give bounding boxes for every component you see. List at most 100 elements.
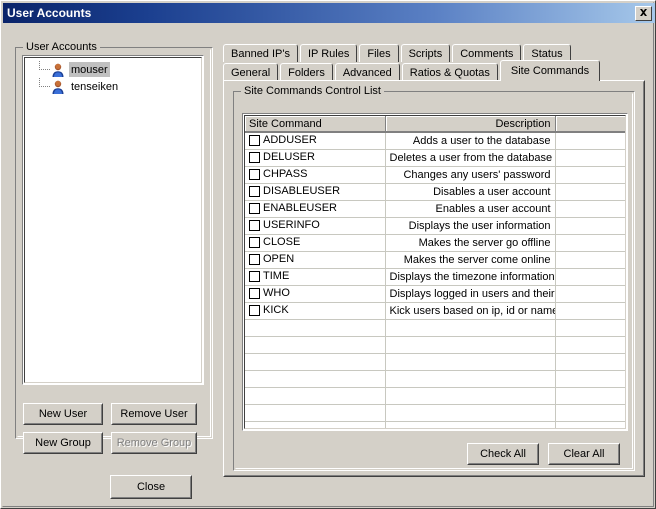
- table-row[interactable]: ADDUSER Adds a user to the database: [245, 132, 625, 150]
- table-row-empty[interactable]: [245, 336, 625, 354]
- command-checkbox[interactable]: [249, 271, 260, 282]
- cell-description: Changes any users' password: [385, 166, 556, 184]
- column-header-site-command[interactable]: Site Command: [245, 116, 386, 133]
- command-name-label: TIME: [263, 270, 290, 282]
- tab-folders[interactable]: Folders: [280, 63, 333, 81]
- cell-extra: [555, 166, 625, 184]
- cell-empty: [385, 387, 556, 405]
- command-checkbox[interactable]: [249, 135, 260, 147]
- new-group-button[interactable]: New Group: [23, 432, 103, 454]
- table-row-empty[interactable]: [245, 370, 625, 388]
- cell-site-command[interactable]: DISABLEUSER: [245, 183, 386, 201]
- command-name-label: OPEN: [263, 253, 295, 265]
- table-row-empty[interactable]: [245, 353, 625, 371]
- command-checkbox[interactable]: [249, 237, 260, 248]
- title-bar[interactable]: User Accounts: [3, 3, 655, 23]
- command-name-label: DELUSER: [263, 151, 315, 163]
- close-dialog-button[interactable]: Close: [110, 475, 192, 499]
- table-row[interactable]: DELUSER Deletes a user from the database: [245, 149, 625, 167]
- cell-site-command[interactable]: OPEN: [245, 251, 386, 269]
- user-list-treeview[interactable]: mouser tenseiken: [22, 55, 204, 385]
- table-row-empty[interactable]: [245, 404, 625, 422]
- cell-description: Displays the user information: [385, 217, 556, 235]
- cell-empty: [385, 404, 556, 422]
- table-row-empty[interactable]: [245, 387, 625, 405]
- command-checkbox[interactable]: [249, 220, 260, 231]
- table-row[interactable]: CLOSE Makes the server go offline: [245, 234, 625, 252]
- cell-site-command[interactable]: ENABLEUSER: [245, 200, 386, 218]
- table-row[interactable]: ENABLEUSER Enables a user account: [245, 200, 625, 218]
- command-checkbox[interactable]: [249, 186, 260, 197]
- cell-description: Disables a user account: [385, 183, 556, 201]
- cell-empty: [555, 353, 625, 371]
- column-header-description[interactable]: Description: [385, 116, 556, 133]
- cell-empty: [385, 421, 556, 428]
- check-all-button[interactable]: Check All: [467, 443, 539, 465]
- cell-empty: [555, 336, 625, 354]
- user-list-treeview-inner: mouser tenseiken: [24, 57, 202, 383]
- cell-empty: [385, 319, 556, 337]
- command-checkbox[interactable]: [249, 152, 260, 163]
- cell-empty: [245, 370, 386, 388]
- column-header-extra[interactable]: [555, 116, 625, 133]
- table-row-empty[interactable]: [245, 319, 625, 337]
- cell-empty: [385, 353, 556, 371]
- user-accounts-group: User Accounts mouser tenseiken: [15, 41, 213, 439]
- table-row[interactable]: KICK Kick users based on ip, id or name: [245, 302, 625, 320]
- site-commands-grid[interactable]: Site Command Description ADDUSER Adds a u…: [242, 113, 628, 431]
- tab-ip-rules[interactable]: IP Rules: [299, 44, 358, 62]
- tab-files[interactable]: Files: [359, 44, 399, 62]
- tab-general[interactable]: General: [223, 63, 279, 81]
- cell-extra: [555, 251, 625, 269]
- cell-empty: [385, 336, 556, 354]
- cell-site-command[interactable]: DELUSER: [245, 149, 386, 167]
- list-item[interactable]: tenseiken: [25, 78, 201, 95]
- cell-empty: [555, 370, 625, 388]
- remove-user-button[interactable]: Remove User: [111, 403, 197, 425]
- new-user-button[interactable]: New User: [23, 403, 103, 425]
- command-name-label: KICK: [263, 304, 289, 316]
- cell-empty: [385, 370, 556, 388]
- close-button[interactable]: [635, 5, 652, 21]
- table-row[interactable]: OPEN Makes the server come online: [245, 251, 625, 269]
- command-checkbox[interactable]: [249, 254, 260, 265]
- table-row[interactable]: WHO Displays logged in users and their...: [245, 285, 625, 303]
- cell-empty: [555, 387, 625, 405]
- table-row-empty[interactable]: [245, 421, 625, 428]
- cell-extra: [555, 234, 625, 252]
- table-row[interactable]: USERINFO Displays the user information: [245, 217, 625, 235]
- command-checkbox[interactable]: [249, 169, 260, 180]
- site-commands-grid-inner: Site Command Description ADDUSER Adds a u…: [244, 115, 626, 429]
- cell-extra: [555, 302, 625, 320]
- cell-site-command[interactable]: WHO: [245, 285, 386, 303]
- tree-connector-icon: [39, 78, 50, 87]
- tab-site-commands[interactable]: Site Commands: [499, 60, 601, 81]
- tab-ratios-quotas[interactable]: Ratios & Quotas: [401, 63, 498, 81]
- command-name-label: DISABLEUSER: [263, 185, 341, 197]
- cell-site-command[interactable]: USERINFO: [245, 217, 386, 235]
- clear-all-button[interactable]: Clear All: [548, 443, 620, 465]
- cell-site-command[interactable]: ADDUSER: [245, 132, 386, 150]
- table-row[interactable]: CHPASS Changes any users' password: [245, 166, 625, 184]
- command-checkbox[interactable]: [249, 288, 260, 299]
- cell-empty: [245, 353, 386, 371]
- command-checkbox[interactable]: [249, 305, 260, 316]
- cell-site-command[interactable]: TIME: [245, 268, 386, 286]
- tab-scripts[interactable]: Scripts: [400, 44, 451, 62]
- cell-empty: [245, 336, 386, 354]
- table-header-row: Site Command Description: [245, 116, 625, 133]
- table-body: ADDUSER Adds a user to the database DELUSE…: [245, 132, 625, 428]
- tab-banned-ips[interactable]: Banned IP's: [223, 44, 298, 62]
- list-item[interactable]: mouser: [25, 61, 201, 78]
- cell-extra: [555, 132, 625, 150]
- site-commands-table: Site Command Description ADDUSER Adds a u…: [245, 116, 625, 428]
- cell-empty: [245, 387, 386, 405]
- table-row[interactable]: DISABLEUSER Disables a user account: [245, 183, 625, 201]
- cell-site-command[interactable]: KICK: [245, 302, 386, 320]
- command-name-label: ENABLEUSER: [263, 202, 337, 214]
- cell-site-command[interactable]: CLOSE: [245, 234, 386, 252]
- table-row[interactable]: TIME Displays the timezone information: [245, 268, 625, 286]
- cell-site-command[interactable]: CHPASS: [245, 166, 386, 184]
- tab-advanced[interactable]: Advanced: [334, 63, 400, 81]
- command-checkbox[interactable]: [249, 203, 260, 214]
